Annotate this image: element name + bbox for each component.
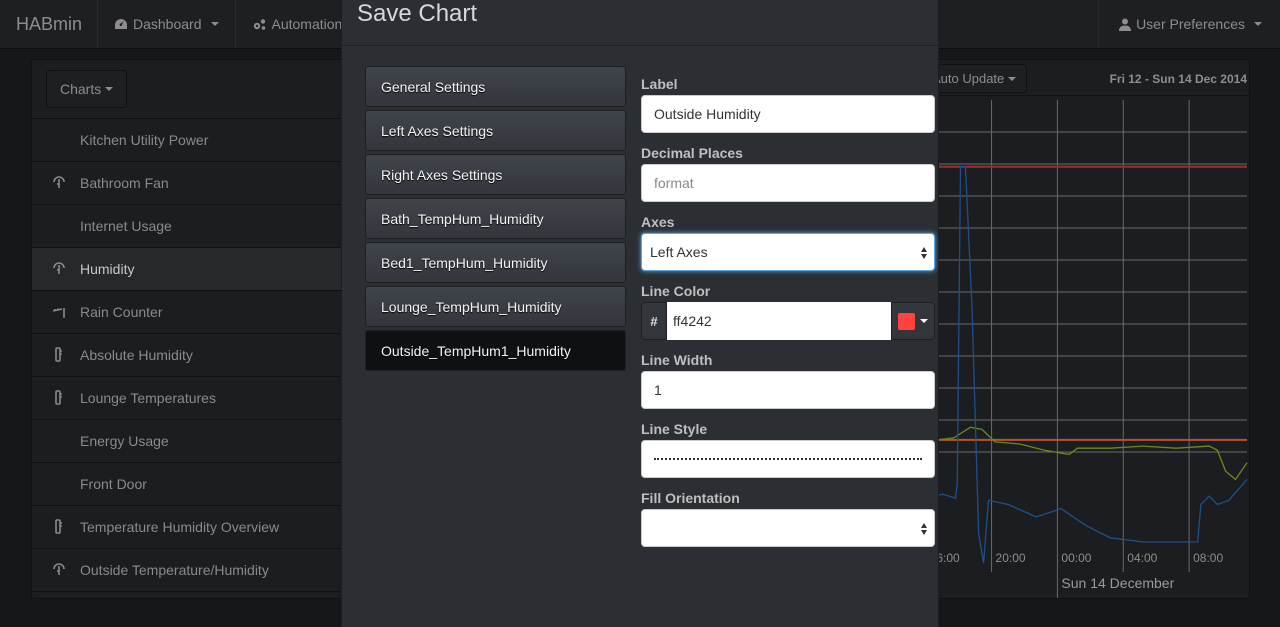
tab-series-outside[interactable]: Outside_TempHum1_Humidity [365, 330, 626, 371]
chart-list-item-label: Rain Counter [80, 304, 163, 320]
select-arrows-icon [921, 523, 927, 535]
chart-list-item[interactable]: Temperature Humidity Overview [32, 506, 350, 549]
chart-panel: Auto Update Fri 12 - Sun 14 Dec 2014 16:… [920, 59, 1250, 599]
chart-list-item-label: Internet Usage [80, 218, 172, 234]
chart-list-item[interactable]: Outside Temperature/Humidity [32, 549, 350, 592]
chart-list-item[interactable]: Front Door [32, 463, 350, 506]
modal-header: Save Chart [342, 0, 938, 46]
series-line-blue [921, 166, 1248, 563]
axes-field-label: Axes [641, 214, 675, 230]
nav-automation[interactable]: Automation [236, 0, 359, 48]
fill-orientation-field-label: Fill Orientation [641, 490, 740, 506]
brand-logo[interactable]: HABmin [0, 0, 98, 48]
thermometer-icon [52, 390, 66, 406]
fill-orientation-select[interactable] [641, 509, 935, 547]
axes-select[interactable]: Left Axes [641, 233, 935, 271]
chart-list-item[interactable]: Energy Usage [32, 420, 350, 463]
dotted-line-preview [654, 458, 922, 460]
chart-list-item-label: Absolute Humidity [80, 347, 193, 363]
series-line-green [921, 426, 1248, 481]
charts-dropdown-label: Charts [60, 81, 102, 97]
line-style-field-label: Line Style [641, 421, 708, 437]
label-field-label: Label [641, 76, 678, 92]
date-range-label: Fri 12 - Sun 14 Dec 2014 [1109, 72, 1247, 86]
settings-tabs: General Settings Left Axes Settings Righ… [365, 66, 626, 374]
chevron-down-icon [105, 87, 114, 91]
select-arrows-icon [921, 247, 927, 259]
chart-list-item[interactable]: Lounge Temperatures [32, 377, 350, 420]
chart-list: Kitchen Utility Power Bathroom Fan Inter… [32, 119, 350, 592]
modal-title: Save Chart [357, 0, 478, 27]
tab-right-axes-settings[interactable]: Right Axes Settings [365, 154, 626, 195]
humidity-icon [52, 175, 66, 191]
chevron-down-icon [1008, 76, 1017, 81]
chart-list-item[interactable]: Bathroom Fan [32, 162, 350, 205]
series-settings-form: Label Outside Humidity Decimal Places fo… [641, 76, 935, 559]
user-preferences-label: User Preferences [1136, 16, 1245, 32]
line-width-input[interactable]: 1 [641, 371, 935, 409]
save-chart-modal: Save Chart General Settings Left Axes Se… [341, 0, 939, 627]
line-chart[interactable]: 16:00 20:00 00:00 04:00 08:00Sun 14 December [921, 96, 1250, 599]
chart-list-item-label: Outside Temperature/Humidity [80, 562, 269, 578]
chevron-down-icon [920, 319, 928, 323]
chart-list-item-label: Bathroom Fan [80, 175, 169, 191]
chart-list-item-label: Front Door [80, 476, 147, 492]
chart-list-item-label: Kitchen Utility Power [80, 132, 209, 148]
user-preferences-menu[interactable]: User Preferences [1098, 0, 1280, 48]
chevron-down-icon [1254, 22, 1262, 26]
chart-list-item-label: Lounge Temperatures [80, 390, 216, 406]
chart-list-item[interactable]: Humidity [32, 248, 350, 291]
charts-dropdown-button[interactable]: Charts [46, 70, 128, 108]
nav-dashboard-label: Dashboard [133, 16, 202, 32]
auto-update-label: Auto Update [932, 71, 1005, 86]
thermometer-icon [52, 347, 66, 363]
x-tick-label: 04:00 [1127, 551, 1157, 565]
x-tick-label: 00:00 [1061, 551, 1091, 565]
line-color-field-label: Line Color [641, 283, 711, 299]
color-swatch [898, 312, 915, 330]
line-color-input[interactable]: ff4242 [667, 302, 891, 340]
line-width-field-label: Line Width [641, 352, 713, 368]
dashboard-icon [115, 19, 127, 29]
humidity-icon [52, 261, 66, 277]
decimal-places-input[interactable]: format [641, 164, 935, 202]
thermometer-icon [52, 519, 66, 535]
nav-automation-label: Automation [271, 16, 343, 32]
x-tick-label: 08:00 [1193, 551, 1223, 565]
decimal-places-field-label: Decimal Places [641, 145, 743, 161]
x-tick-label: 20:00 [996, 551, 1026, 565]
x-axis-date-label: Sun 14 December [1061, 575, 1174, 591]
color-swatch-button[interactable] [891, 302, 935, 340]
chart-toolbar: Auto Update Fri 12 - Sun 14 Dec 2014 [921, 60, 1249, 96]
charts-list-panel: Charts Kitchen Utility Power Bathroom Fa… [31, 59, 351, 599]
chevron-down-icon [210, 22, 219, 26]
chart-list-item-label: Energy Usage [80, 433, 169, 449]
chart-list-item[interactable]: Rain Counter [32, 291, 350, 334]
tab-general-settings[interactable]: General Settings [365, 66, 626, 107]
tab-series-bath[interactable]: Bath_TempHum_Humidity [365, 198, 626, 239]
axes-select-value: Left Axes [650, 244, 708, 260]
tab-series-lounge[interactable]: Lounge_TempHum_Humidity [365, 286, 626, 327]
label-input[interactable]: Outside Humidity [641, 95, 935, 133]
chart-list-item[interactable]: Absolute Humidity [32, 334, 350, 377]
line-color-picker: # ff4242 [641, 302, 935, 340]
nav-dashboard[interactable]: Dashboard [98, 0, 236, 48]
user-icon [1119, 18, 1132, 31]
rain-gauge-icon [52, 304, 66, 320]
chart-list-item-label: Humidity [80, 261, 135, 277]
chart-list-item[interactable]: Kitchen Utility Power [32, 119, 350, 162]
hash-prefix: # [641, 302, 667, 340]
line-style-select[interactable] [641, 440, 935, 478]
humidity-icon [52, 562, 66, 578]
tab-left-axes-settings[interactable]: Left Axes Settings [365, 110, 626, 151]
chart-list-item-label: Temperature Humidity Overview [80, 519, 280, 535]
chart-list-item[interactable]: Internet Usage [32, 205, 350, 248]
tab-series-bed1[interactable]: Bed1_TempHum_Humidity [365, 242, 626, 283]
charts-panel-header: Charts [32, 60, 350, 119]
cogs-icon [253, 18, 265, 30]
